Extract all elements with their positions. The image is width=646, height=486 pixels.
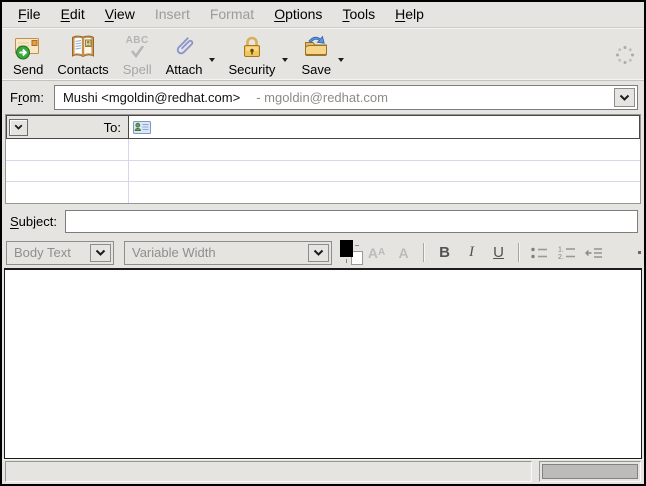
menu-format[interactable]: Format (200, 3, 264, 25)
save-label: Save (301, 62, 331, 77)
message-body-editor[interactable] (4, 268, 642, 459)
paragraph-style-value: Body Text (14, 245, 71, 260)
decrease-font-size-button[interactable]: AA (364, 241, 389, 265)
outdent-button[interactable] (581, 241, 606, 265)
menu-edit[interactable]: Edit (51, 3, 95, 25)
security-label: Security (228, 62, 275, 77)
bullet-list-icon (530, 246, 550, 260)
from-combo-arrow[interactable] (614, 88, 635, 107)
recipient-row: To: (6, 115, 640, 139)
security-dropdown-arrow[interactable] (282, 58, 288, 62)
from-identity-combo[interactable]: Mushi <mgoldin@redhat.com> - mgoldin@red… (54, 85, 638, 110)
recipient-input[interactable] (155, 118, 639, 136)
svg-text:2.: 2. (558, 254, 564, 260)
foreground-color-swatch (340, 240, 353, 257)
save-dropdown-arrow[interactable] (338, 58, 344, 62)
menu-insert[interactable]: Insert (145, 3, 200, 25)
send-button[interactable]: Send (6, 31, 50, 78)
save-icon (302, 32, 330, 62)
paragraph-style-combo[interactable]: Body Text (6, 241, 114, 265)
underline-button[interactable]: U (486, 241, 511, 265)
from-identity-email: - mgoldin@redhat.com (256, 90, 388, 105)
compose-window: File Edit View Insert Format Options Too… (0, 0, 646, 486)
outdent-icon (584, 246, 604, 260)
addressing-empty-row[interactable] (6, 161, 640, 183)
send-icon (14, 32, 42, 62)
contacts-button[interactable]: Contacts (50, 31, 115, 78)
addressing-empty-row[interactable] (6, 182, 640, 203)
status-text-area (5, 461, 532, 482)
font-name-combo[interactable]: Variable Width (124, 241, 332, 265)
chevron-down-icon (14, 124, 23, 130)
main-toolbar: Send Contacts (2, 28, 644, 81)
progress-meter-fill (542, 464, 638, 479)
chevron-down-icon (313, 249, 324, 256)
addressing-empty-row[interactable] (6, 139, 640, 161)
text-color-picker[interactable] (340, 240, 363, 265)
font-name-value: Variable Width (132, 245, 216, 260)
increase-font-size-button[interactable]: A (391, 241, 416, 265)
spell-icon: ABC (126, 32, 149, 62)
security-button[interactable]: Security (221, 31, 282, 78)
chevron-down-icon (95, 249, 106, 256)
progress-meter (539, 461, 641, 482)
bold-button[interactable]: B (432, 241, 457, 265)
italic-button[interactable]: I (459, 241, 484, 265)
toolbar-separator (518, 243, 520, 262)
contacts-label: Contacts (57, 62, 108, 77)
security-icon (238, 32, 266, 62)
menu-help[interactable]: Help (385, 3, 434, 25)
recipient-type-dropdown[interactable] (9, 119, 28, 136)
menu-file[interactable]: File (8, 3, 51, 25)
from-identity-value: Mushi <mgoldin@redhat.com> (63, 90, 240, 105)
recipient-type-selector[interactable]: To: (6, 115, 129, 139)
contacts-icon (69, 32, 97, 62)
toolbar-separator (423, 243, 425, 262)
subject-row: Subject: (2, 206, 644, 237)
menu-tools[interactable]: Tools (332, 3, 385, 25)
numbered-list-icon: 1. 2. (557, 245, 577, 260)
subject-label: Subject: (10, 214, 57, 229)
menu-view[interactable]: View (95, 3, 145, 25)
paragraph-style-arrow[interactable] (90, 244, 111, 262)
menu-options[interactable]: Options (264, 3, 332, 25)
attach-label: Attach (166, 62, 203, 77)
recipient-type-label: To: (28, 120, 126, 135)
bullet-list-button[interactable] (527, 241, 552, 265)
spell-label: Spell (123, 62, 152, 77)
addressing-grid: To: (5, 114, 641, 204)
save-button[interactable]: Save (294, 31, 338, 78)
from-row: From: Mushi <mgoldin@redhat.com> - mgold… (2, 81, 644, 114)
format-toolbar: Body Text Variable Width AA A B I U (2, 237, 644, 268)
from-label: From: (10, 90, 44, 105)
numbered-list-button[interactable]: 1. 2. (554, 241, 579, 265)
recipient-input-cell[interactable] (129, 115, 640, 139)
font-name-arrow[interactable] (308, 244, 329, 262)
subject-input[interactable] (65, 210, 638, 233)
attach-dropdown-arrow[interactable] (209, 58, 215, 62)
contact-card-icon (133, 121, 151, 134)
toolbar-overflow-indicator[interactable] (638, 251, 641, 254)
send-label: Send (13, 62, 43, 77)
menubar: File Edit View Insert Format Options Too… (2, 2, 644, 28)
svg-text:1.: 1. (558, 247, 564, 254)
statusbar (2, 459, 644, 484)
attach-icon (170, 32, 198, 62)
throbber-icon (614, 44, 636, 71)
attach-button[interactable]: Attach (159, 31, 210, 78)
chevron-down-icon (619, 94, 630, 101)
spell-button[interactable]: ABC Spell (116, 31, 159, 78)
